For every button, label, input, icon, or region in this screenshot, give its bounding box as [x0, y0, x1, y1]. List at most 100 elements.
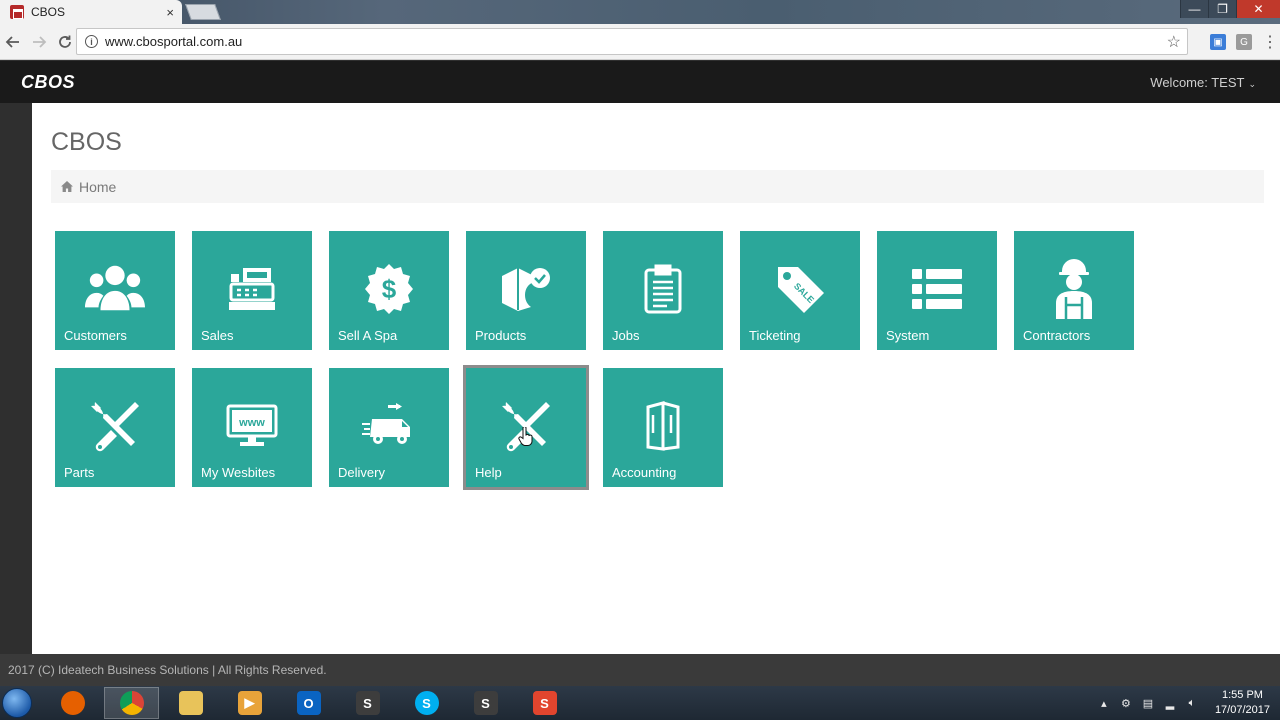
usb-device-icon[interactable]: ▤: [1141, 696, 1155, 710]
windows-logo-icon: [2, 688, 32, 718]
tile-products[interactable]: Products: [466, 231, 586, 350]
tools-icon: [496, 396, 556, 456]
browser-menu-icon[interactable]: ⋮: [1262, 32, 1278, 52]
tile-label: Ticketing: [749, 328, 801, 343]
chevron-down-icon: ⌄: [1248, 79, 1256, 89]
tile-sell-a-spa[interactable]: $ Sell A Spa: [329, 231, 449, 350]
taskbar-snagit[interactable]: S: [517, 687, 572, 719]
open-book-icon: [633, 396, 693, 456]
close-window-button[interactable]: ✕: [1236, 0, 1280, 18]
tab-title: CBOS: [31, 5, 66, 19]
tile-label: Products: [475, 328, 527, 343]
snagit-icon: S: [532, 691, 557, 715]
info-icon[interactable]: i: [85, 35, 98, 48]
start-button[interactable]: [0, 687, 36, 719]
s-app-icon: S: [473, 691, 498, 715]
tile-help[interactable]: Help: [463, 365, 589, 490]
browser-toolbar: i www.cbosportal.com.au ☆ ▣ G ⋮: [0, 24, 1280, 60]
taskbar-firefox[interactable]: [45, 687, 100, 719]
dollar-badge-icon: $: [359, 259, 419, 319]
show-hidden-icons-icon[interactable]: ▴: [1097, 696, 1111, 710]
browser-tab[interactable]: CBOS ×: [0, 0, 182, 24]
tile-label: Help: [475, 465, 502, 480]
skype-icon: S: [414, 691, 439, 715]
tile-label: Contractors: [1023, 328, 1091, 343]
taskbar-app-s-2[interactable]: S: [458, 687, 513, 719]
back-button[interactable]: [0, 29, 26, 55]
forward-button[interactable]: [26, 29, 52, 55]
chrome-icon: [119, 691, 144, 715]
taskbar-app-s[interactable]: S: [340, 687, 395, 719]
reload-button[interactable]: [52, 29, 78, 55]
tile-jobs[interactable]: Jobs: [603, 231, 723, 350]
tile-customers[interactable]: Customers: [55, 231, 175, 350]
app-header: CBOS Welcome: TEST ⌄: [0, 61, 1280, 103]
folder-icon: [178, 691, 203, 715]
sale-tag-icon: SALE: [770, 259, 830, 319]
tile-parts[interactable]: Parts: [55, 368, 175, 487]
taskbar-media-player[interactable]: ▶: [222, 687, 277, 719]
worker-icon: [1044, 259, 1104, 319]
page-footer: 2017 (C) Ideatech Business Solutions | A…: [0, 654, 1280, 686]
tile-label: Jobs: [612, 328, 640, 343]
url-text[interactable]: www.cbosportal.com.au: [105, 34, 1167, 49]
maximize-button[interactable]: ❐: [1208, 0, 1236, 18]
volume-icon[interactable]: 🔈︎: [1185, 696, 1199, 710]
brand-logo[interactable]: CBOS: [21, 72, 75, 93]
box-check-icon: [496, 259, 556, 319]
tile-contractors[interactable]: Contractors: [1014, 231, 1134, 350]
outlook-icon: O: [296, 691, 321, 715]
clipboard-icon: [633, 259, 693, 319]
firefox-icon: [60, 691, 85, 715]
list-icon: [907, 259, 967, 319]
network-sync-icon[interactable]: ⚙: [1119, 696, 1133, 710]
taskbar-outlook[interactable]: O: [281, 687, 336, 719]
taskbar-explorer[interactable]: [163, 687, 218, 719]
welcome-text: Welcome: TEST: [1150, 75, 1245, 90]
left-gutter: [0, 103, 32, 654]
clock-date: 17/07/2017: [1214, 704, 1270, 716]
tile-accounting[interactable]: Accounting: [603, 368, 723, 487]
tile-delivery[interactable]: Delivery: [329, 368, 449, 487]
breadcrumb: Home: [51, 170, 1264, 203]
clock-time: 1:55 PM: [1221, 689, 1263, 701]
breadcrumb-home[interactable]: Home: [79, 179, 116, 195]
tile-my-wesbites[interactable]: www My Wesbites: [192, 368, 312, 487]
system-tray: ▴ ⚙ ▤ ▂ 🔈︎ 1:55 PM 17/07/2017: [1097, 686, 1270, 720]
tile-sales[interactable]: Sales: [192, 231, 312, 350]
signal-icon[interactable]: ▂: [1163, 696, 1177, 710]
page-title: CBOS: [51, 128, 122, 156]
tile-label: Customers: [64, 328, 127, 343]
extension-icon[interactable]: ▣: [1210, 34, 1226, 50]
tile-label: Accounting: [612, 465, 677, 480]
minimize-button[interactable]: —: [1180, 0, 1208, 18]
customers-icon: [85, 259, 145, 319]
cbos-favicon-icon: [10, 5, 24, 19]
copyright-text: 2017 (C) Ideatech Business Solutions | A…: [8, 663, 327, 677]
user-menu[interactable]: Welcome: TEST ⌄: [1150, 75, 1256, 90]
home-icon: [61, 181, 73, 192]
hand-cursor-icon: [518, 427, 533, 446]
tools-icon: [85, 396, 145, 456]
taskbar-chrome[interactable]: [104, 687, 159, 719]
windows-taskbar: ▶ O S S S S ▴ ⚙ ▤ ▂ 🔈︎ 1:55 PM 17/07/201…: [0, 686, 1280, 720]
tile-ticketing[interactable]: SALE Ticketing: [740, 231, 860, 350]
bookmark-star-icon[interactable]: ☆: [1167, 32, 1181, 52]
new-tab-button[interactable]: [185, 4, 221, 20]
window-controls: — ❐ ✕: [1180, 0, 1280, 18]
tab-close-icon[interactable]: ×: [166, 5, 174, 20]
tile-label: My Wesbites: [201, 465, 276, 480]
address-bar[interactable]: i www.cbosportal.com.au ☆: [76, 28, 1188, 55]
cash-register-icon: [222, 259, 282, 319]
tile-label: Sales: [201, 328, 234, 343]
google-extension-icon[interactable]: G: [1236, 34, 1252, 50]
tile-label: Sell A Spa: [338, 328, 398, 343]
tile-label: Delivery: [338, 465, 385, 480]
tile-system[interactable]: System: [877, 231, 997, 350]
browser-titlebar: CBOS × — ❐ ✕: [0, 0, 1280, 24]
delivery-truck-icon: [359, 396, 419, 456]
taskbar-skype[interactable]: S: [399, 687, 454, 719]
taskbar-clock[interactable]: 1:55 PM 17/07/2017: [1215, 688, 1270, 718]
tile-label: System: [886, 328, 930, 343]
www-text: www: [238, 417, 265, 429]
